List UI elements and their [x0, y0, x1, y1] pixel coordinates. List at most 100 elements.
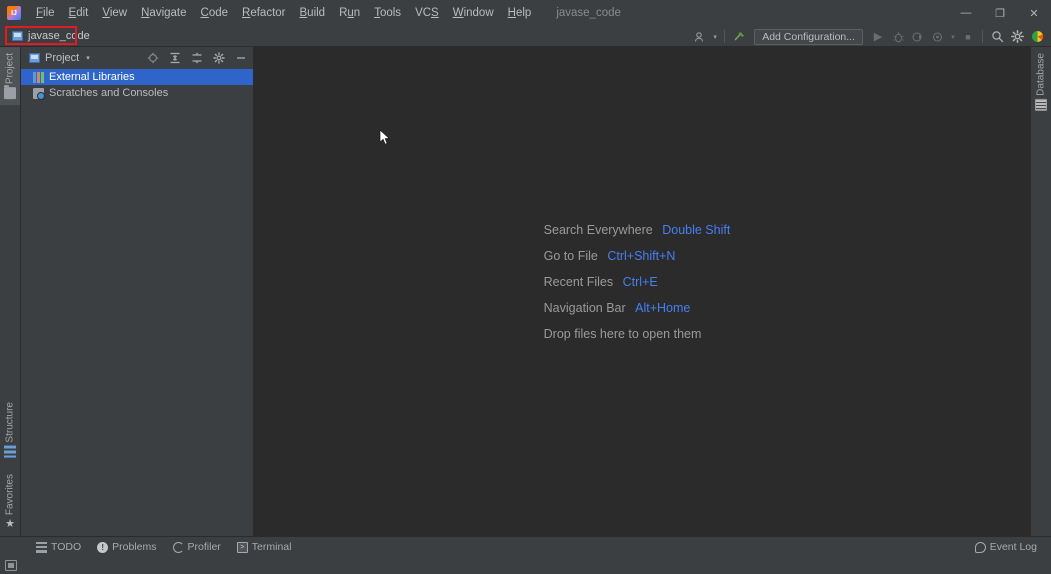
hint-go-to-file: Go to File Ctrl+Shift+N — [544, 249, 731, 263]
breadcrumb-project-label: javase_code — [28, 30, 90, 42]
left-tool-stripe: Project Structure ★ Favorites — [0, 47, 21, 536]
window-project-name: javase_code — [556, 7, 621, 19]
intellij-idea-logo-icon — [7, 6, 21, 20]
toolbar-right-group: ▾ Add Configuration... ▶ ▾ ■ — [690, 26, 1047, 47]
collapse-all-icon[interactable] — [166, 50, 183, 67]
menu-window[interactable]: Window — [446, 3, 501, 23]
terminal-icon — [236, 541, 248, 553]
project-module-icon — [12, 31, 23, 41]
vcs-dropdown-caret-icon[interactable]: ▾ — [710, 27, 720, 46]
toolbar-separator-1 — [724, 30, 726, 43]
menu-navigate[interactable]: Navigate — [134, 3, 193, 23]
hide-panel-icon[interactable] — [232, 50, 249, 67]
scratches-icon — [33, 87, 45, 100]
breadcrumb[interactable]: javase_code — [5, 26, 93, 45]
intellij-window: File Edit View Navigate Code Refactor Bu… — [0, 0, 1051, 574]
database-icon — [1035, 98, 1047, 111]
tool-tab-label: Terminal — [251, 541, 292, 553]
menu-bar: File Edit View Navigate Code Refactor Bu… — [0, 0, 1051, 26]
hint-shortcut-label: Ctrl+Shift+N — [607, 248, 676, 263]
tool-tab-todo[interactable]: TODO — [28, 538, 89, 556]
minimize-button[interactable]: — — [949, 0, 983, 26]
maximize-button[interactable]: ❐ — [983, 0, 1017, 26]
tool-tab-label: Profiler — [187, 541, 221, 553]
hint-shortcut-label: Ctrl+E — [622, 274, 658, 289]
sidebar-item-structure[interactable]: Structure — [0, 396, 20, 464]
hint-action-label: Drop files here to open them — [543, 326, 702, 341]
close-button[interactable]: ✕ — [1017, 0, 1051, 26]
editor-empty-area[interactable]: Search Everywhere Double Shift Go to Fil… — [254, 47, 1030, 536]
main-toolbar: javase_code ▾ Add Configuration... ▶ ▾ ■ — [0, 26, 1051, 47]
menu-vcs[interactable]: VCS — [408, 3, 446, 23]
profile-icon[interactable] — [928, 27, 948, 46]
select-opened-file-icon[interactable] — [144, 50, 161, 67]
problems-icon — [97, 541, 109, 553]
hint-action-label: Recent Files — [543, 274, 614, 289]
window-controls: — ❐ ✕ — [949, 0, 1051, 26]
hint-shortcut-label: Alt+Home — [635, 300, 691, 315]
hint-navigation-bar: Navigation Bar Alt+Home — [544, 301, 731, 315]
expand-all-icon[interactable] — [188, 50, 205, 67]
sidebar-item-favorites[interactable]: ★ Favorites — [0, 464, 20, 536]
bottom-tool-stripe: TODO Problems Profiler Terminal Event Lo… — [0, 536, 1051, 557]
sidebar-item-favorites-label: Favorites — [4, 473, 16, 515]
chevron-down-icon[interactable]: ▾ — [86, 54, 90, 62]
stop-icon[interactable]: ■ — [958, 27, 978, 46]
hint-drop-files: Drop files here to open them — [544, 327, 731, 341]
menu-run[interactable]: Run — [332, 3, 367, 23]
hint-recent-files: Recent Files Ctrl+E — [544, 275, 731, 289]
editor-shortcut-hints: Search Everywhere Double Shift Go to Fil… — [544, 223, 731, 341]
tool-tab-profiler[interactable]: Profiler — [165, 538, 229, 556]
hint-action-label: Search Everywhere — [543, 222, 653, 237]
tool-tab-label: Problems — [112, 541, 157, 553]
run-with-coverage-icon[interactable] — [908, 27, 928, 46]
sidebar-item-project[interactable]: Project — [0, 47, 20, 106]
tree-item-external-libraries[interactable]: External Libraries — [21, 69, 253, 85]
project-panel-header: Project ▾ — [21, 47, 253, 69]
menu-edit[interactable]: Edit — [62, 3, 96, 23]
hint-shortcut-label: Double Shift — [662, 222, 731, 237]
build-hammer-icon[interactable] — [729, 27, 749, 46]
hint-search-everywhere: Search Everywhere Double Shift — [544, 223, 731, 237]
menu-code[interactable]: Code — [194, 3, 236, 23]
external-libraries-icon — [33, 71, 44, 83]
star-icon: ★ — [5, 518, 15, 530]
hint-action-label: Navigation Bar — [543, 300, 626, 315]
event-log-button[interactable]: Event Log — [969, 538, 1043, 556]
folder-icon — [4, 87, 16, 100]
project-panel-icon — [29, 53, 40, 63]
menu-build[interactable]: Build — [293, 3, 333, 23]
layout-toggle-icon[interactable] — [5, 560, 17, 571]
tool-tab-terminal[interactable]: Terminal — [229, 538, 300, 556]
search-everywhere-icon[interactable] — [987, 27, 1007, 46]
sidebar-item-database-label: Database — [1035, 53, 1047, 96]
tree-item-label: External Libraries — [49, 71, 135, 83]
menu-tools[interactable]: Tools — [367, 3, 408, 23]
add-configuration-button[interactable]: Add Configuration... — [754, 28, 863, 45]
profile-caret-icon[interactable]: ▾ — [948, 27, 958, 46]
tree-item-label: Scratches and Consoles — [49, 87, 169, 99]
menu-help[interactable]: Help — [501, 3, 539, 23]
menu-refactor[interactable]: Refactor — [235, 3, 292, 23]
sidebar-item-structure-label: Structure — [4, 402, 16, 443]
sidebar-item-database[interactable]: Database — [1035, 47, 1047, 115]
tree-item-scratches-and-consoles[interactable]: Scratches and Consoles — [21, 85, 253, 101]
menu-view[interactable]: View — [95, 3, 134, 23]
menu-file[interactable]: File — [29, 3, 62, 23]
vcs-updates-icon[interactable] — [690, 27, 710, 46]
main-body: Project Structure ★ Favorites Project ▾ — [0, 47, 1051, 536]
project-panel-title: Project — [45, 52, 80, 64]
run-icon[interactable]: ▶ — [868, 27, 888, 46]
sidebar-item-project-label: Project — [4, 53, 16, 85]
right-tool-stripe: Database — [1030, 47, 1051, 536]
settings-gear-icon[interactable] — [1007, 27, 1027, 46]
debug-icon[interactable] — [888, 27, 908, 46]
tool-tab-problems[interactable]: Problems — [89, 538, 164, 556]
panel-settings-gear-icon[interactable] — [210, 50, 227, 67]
event-log-icon — [974, 541, 986, 553]
hint-action-label: Go to File — [543, 248, 598, 263]
project-tree: External Libraries Scratches and Console… — [21, 69, 253, 536]
status-bar — [0, 557, 1051, 574]
toolbar-separator-2 — [982, 30, 983, 43]
ide-feature-icon[interactable] — [1027, 27, 1047, 46]
